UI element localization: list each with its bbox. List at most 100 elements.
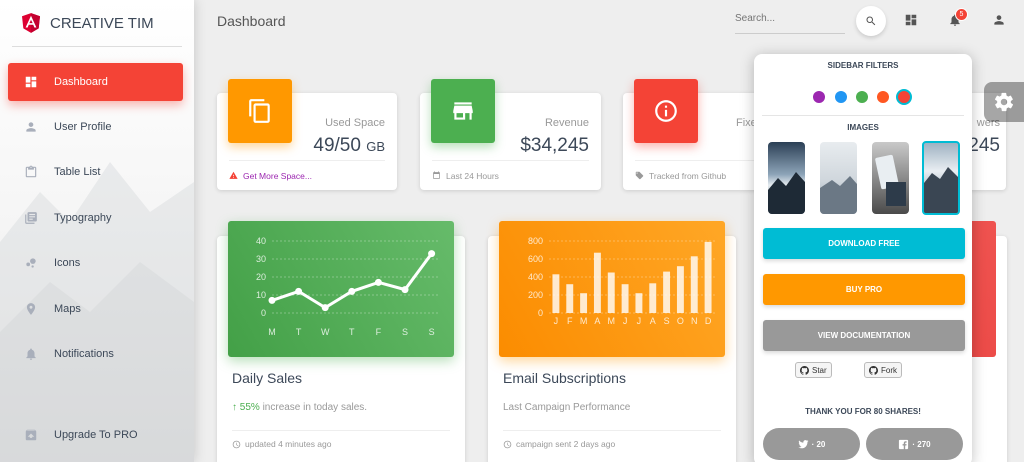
search-input[interactable] bbox=[735, 13, 845, 24]
stat-footer-text: Last 24 Hours bbox=[446, 170, 499, 181]
buy-pro-button[interactable]: BUY PRO bbox=[763, 274, 965, 305]
y-tick-label: 0 bbox=[261, 308, 266, 318]
gear-icon bbox=[994, 92, 1014, 112]
x-tick-label: T bbox=[349, 327, 355, 337]
brand-logo[interactable]: CREATIVE TIM bbox=[0, 0, 194, 46]
bar bbox=[580, 293, 588, 313]
sidebar-item-dashboard[interactable]: Dashboard bbox=[8, 63, 183, 101]
star-label: Star bbox=[812, 365, 827, 375]
data-point bbox=[268, 296, 276, 304]
stat-card-used-space: Used Space 49/50 GB Get More Space... bbox=[217, 79, 397, 190]
logo-divider bbox=[12, 46, 182, 47]
x-tick-label: J bbox=[623, 316, 628, 326]
bar bbox=[635, 293, 643, 313]
sidebar-item-icons[interactable]: Icons bbox=[8, 244, 183, 282]
x-tick-label: F bbox=[376, 327, 382, 337]
twitter-icon bbox=[798, 439, 809, 448]
data-point bbox=[374, 278, 382, 286]
facebook-icon bbox=[899, 439, 909, 449]
x-tick-label: A bbox=[650, 316, 656, 326]
bar bbox=[690, 256, 698, 313]
facebook-share-button[interactable]: · 270 bbox=[866, 428, 963, 460]
search-icon bbox=[866, 16, 876, 26]
sidebar-item-user-profile[interactable]: User Profile bbox=[8, 108, 183, 146]
fixed-plugin-panel: SIDEBAR FILTERS IMAGES DOWNLOAD FREE BUY… bbox=[754, 54, 972, 462]
page-title[interactable]: Dashboard bbox=[217, 13, 286, 29]
sidebar-image-2[interactable] bbox=[820, 142, 857, 214]
settings-toggle[interactable] bbox=[984, 82, 1024, 122]
y-tick-label: 10 bbox=[256, 290, 266, 300]
sidebar-image-1[interactable] bbox=[768, 142, 805, 214]
sidebar-item-typography[interactable]: Typography bbox=[8, 199, 183, 237]
mountain-image bbox=[768, 172, 805, 214]
daily-sales-line-chart: 40 30 20 10 0M T W T F S S bbox=[256, 236, 440, 337]
location-pin-icon bbox=[26, 303, 36, 315]
stat-footer-text: Tracked from Github bbox=[649, 170, 727, 181]
data-point bbox=[401, 286, 409, 294]
github-icon bbox=[800, 365, 809, 375]
chart-title: Email Subscriptions bbox=[503, 370, 626, 386]
search-button[interactable] bbox=[856, 6, 886, 36]
filter-color-green[interactable] bbox=[856, 91, 868, 103]
data-point bbox=[295, 287, 303, 295]
github-fork-button[interactable]: Fork bbox=[864, 362, 902, 378]
data-point bbox=[428, 250, 436, 258]
chart-card-daily-sales: 40 30 20 10 0 M T W T F S S Daily Sales ↑ 55% incre… bbox=[217, 221, 465, 462]
dashboard-icon[interactable] bbox=[904, 13, 918, 27]
bar bbox=[566, 284, 574, 313]
sidebar-item-upgrade[interactable]: Upgrade To PRO bbox=[8, 416, 183, 454]
y-tick-label: 200 bbox=[528, 290, 543, 300]
view-documentation-button[interactable]: VIEW DOCUMENTATION bbox=[763, 320, 965, 351]
person-icon bbox=[26, 122, 36, 132]
chart-footer-text: updated 4 minutes ago bbox=[245, 439, 332, 449]
y-tick-label: 30 bbox=[256, 254, 266, 264]
notification-badge: 5 bbox=[955, 8, 968, 21]
sidebar-item-label: Table List bbox=[54, 166, 101, 178]
data-point bbox=[321, 304, 329, 312]
sidebar-item-maps[interactable]: Maps bbox=[8, 290, 183, 328]
x-tick-label: A bbox=[594, 316, 600, 326]
email-subscriptions-bar-chart: 8006004002000J F M A M J J A S O N D bbox=[528, 236, 715, 326]
x-tick-label: N bbox=[691, 316, 698, 326]
stat-footer: Get More Space... bbox=[229, 160, 385, 190]
bar bbox=[607, 272, 615, 313]
series-line bbox=[271, 252, 433, 310]
chart-subtitle: Last Campaign Performance bbox=[503, 402, 631, 413]
y-tick-label: 800 bbox=[528, 236, 543, 246]
filter-color-blue[interactable] bbox=[835, 91, 847, 103]
x-tick-label: S bbox=[429, 327, 435, 337]
sidebar-image-4-selected[interactable] bbox=[922, 141, 960, 215]
clipboard-icon bbox=[25, 165, 37, 178]
github-star-button[interactable]: Star bbox=[795, 362, 832, 378]
bar bbox=[676, 266, 684, 313]
bar bbox=[593, 252, 601, 313]
x-tick-label: M bbox=[580, 316, 588, 326]
sidebar-item-table-list[interactable]: Table List bbox=[8, 153, 183, 191]
sidebar-item-notifications[interactable]: Notifications bbox=[8, 335, 183, 373]
twitter-share-button[interactable]: · 20 bbox=[763, 428, 860, 460]
download-free-button[interactable]: DOWNLOAD FREE bbox=[763, 228, 965, 259]
chart-subtitle: ↑ 55% increase in today sales. bbox=[232, 402, 368, 413]
sidebar: CREATIVE TIM Dashboard User Profile Tabl… bbox=[0, 0, 194, 462]
x-tick-label: M bbox=[608, 316, 616, 326]
fork-label: Fork bbox=[881, 365, 897, 375]
chart-title: Daily Sales bbox=[232, 370, 303, 386]
filter-color-orange[interactable] bbox=[877, 91, 889, 103]
sidebar-image-3[interactable] bbox=[872, 142, 909, 214]
y-tick-label: 600 bbox=[528, 254, 543, 264]
stat-value: 49/50 GB bbox=[313, 135, 385, 156]
bubble-chart-icon bbox=[26, 258, 36, 268]
sidebar-item-label: Typography bbox=[54, 212, 112, 224]
github-icon bbox=[869, 365, 878, 375]
person-icon[interactable] bbox=[992, 13, 1006, 27]
get-more-space-link[interactable]: Get More Space... bbox=[243, 171, 312, 181]
filter-color-purple[interactable] bbox=[813, 91, 825, 103]
x-tick-label: T bbox=[296, 327, 302, 337]
stat-footer: Last 24 Hours bbox=[432, 160, 589, 190]
filter-color-red[interactable] bbox=[896, 89, 912, 105]
x-tick-label: O bbox=[677, 316, 684, 326]
search-field[interactable] bbox=[735, 10, 845, 34]
sidebar-item-label: Upgrade To PRO bbox=[54, 429, 138, 441]
data-point bbox=[348, 287, 356, 295]
tag-icon bbox=[635, 171, 644, 180]
